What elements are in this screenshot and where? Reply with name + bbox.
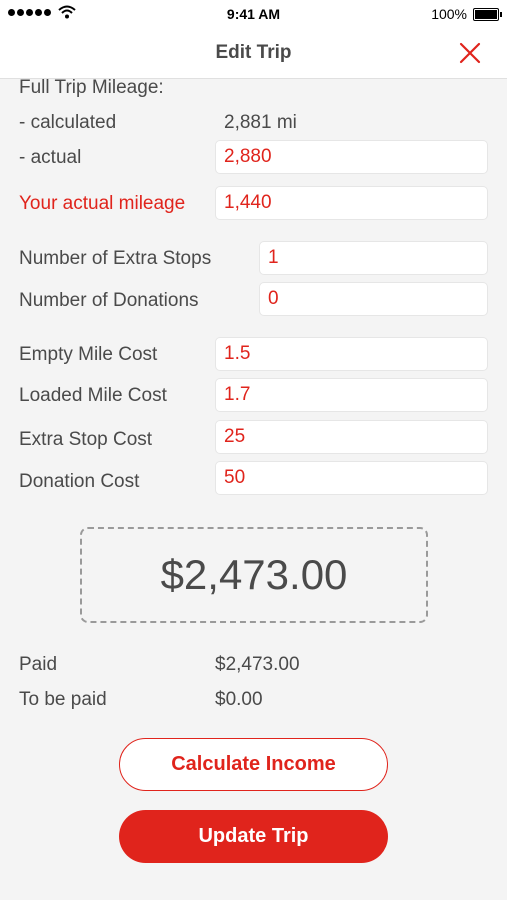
- loaded-mile-cost-field[interactable]: 1.7: [215, 378, 488, 412]
- extra-stop-cost-field[interactable]: 25: [215, 420, 488, 454]
- your-actual-mileage-label: Your actual mileage: [19, 193, 186, 214]
- calculated-value: 2,881 mi: [224, 112, 297, 133]
- extra-stops-label: Number of Extra Stops: [19, 248, 212, 269]
- to-be-paid-label: To be paid: [19, 689, 107, 710]
- extra-stops-field[interactable]: 1: [259, 241, 488, 275]
- loaded-mile-cost-label: Loaded Mile Cost: [19, 385, 167, 406]
- empty-mile-cost-field[interactable]: 1.5: [215, 337, 488, 371]
- update-trip-button[interactable]: Update Trip: [119, 810, 388, 863]
- close-icon[interactable]: [457, 40, 483, 66]
- battery-percent: 100%: [431, 6, 467, 22]
- total-income-display: $2,473.00: [80, 527, 428, 623]
- donation-cost-label: Donation Cost: [19, 471, 140, 492]
- actual-label: - actual: [19, 147, 82, 168]
- paid-value: $2,473.00: [215, 654, 300, 675]
- donation-cost-field[interactable]: 50: [215, 461, 488, 495]
- empty-mile-cost-label: Empty Mile Cost: [19, 344, 158, 365]
- your-actual-mileage-field[interactable]: 1,440: [215, 186, 488, 220]
- nav-bar: Edit Trip: [0, 28, 507, 79]
- to-be-paid-value: $0.00: [215, 689, 263, 710]
- donations-field[interactable]: 0: [259, 282, 488, 316]
- actual-mileage-field[interactable]: 2,880: [215, 140, 488, 174]
- battery-icon: [473, 8, 502, 21]
- full-trip-mileage-label: Full Trip Mileage:: [19, 77, 164, 98]
- status-bar: 9:41 AM 100%: [0, 0, 507, 28]
- calculate-income-button[interactable]: Calculate Income: [119, 738, 388, 791]
- paid-label: Paid: [19, 654, 58, 675]
- calculated-label: - calculated: [19, 112, 117, 133]
- donations-label: Number of Donations: [19, 290, 199, 311]
- page-title: Edit Trip: [215, 42, 292, 63]
- extra-stop-cost-label: Extra Stop Cost: [19, 429, 153, 450]
